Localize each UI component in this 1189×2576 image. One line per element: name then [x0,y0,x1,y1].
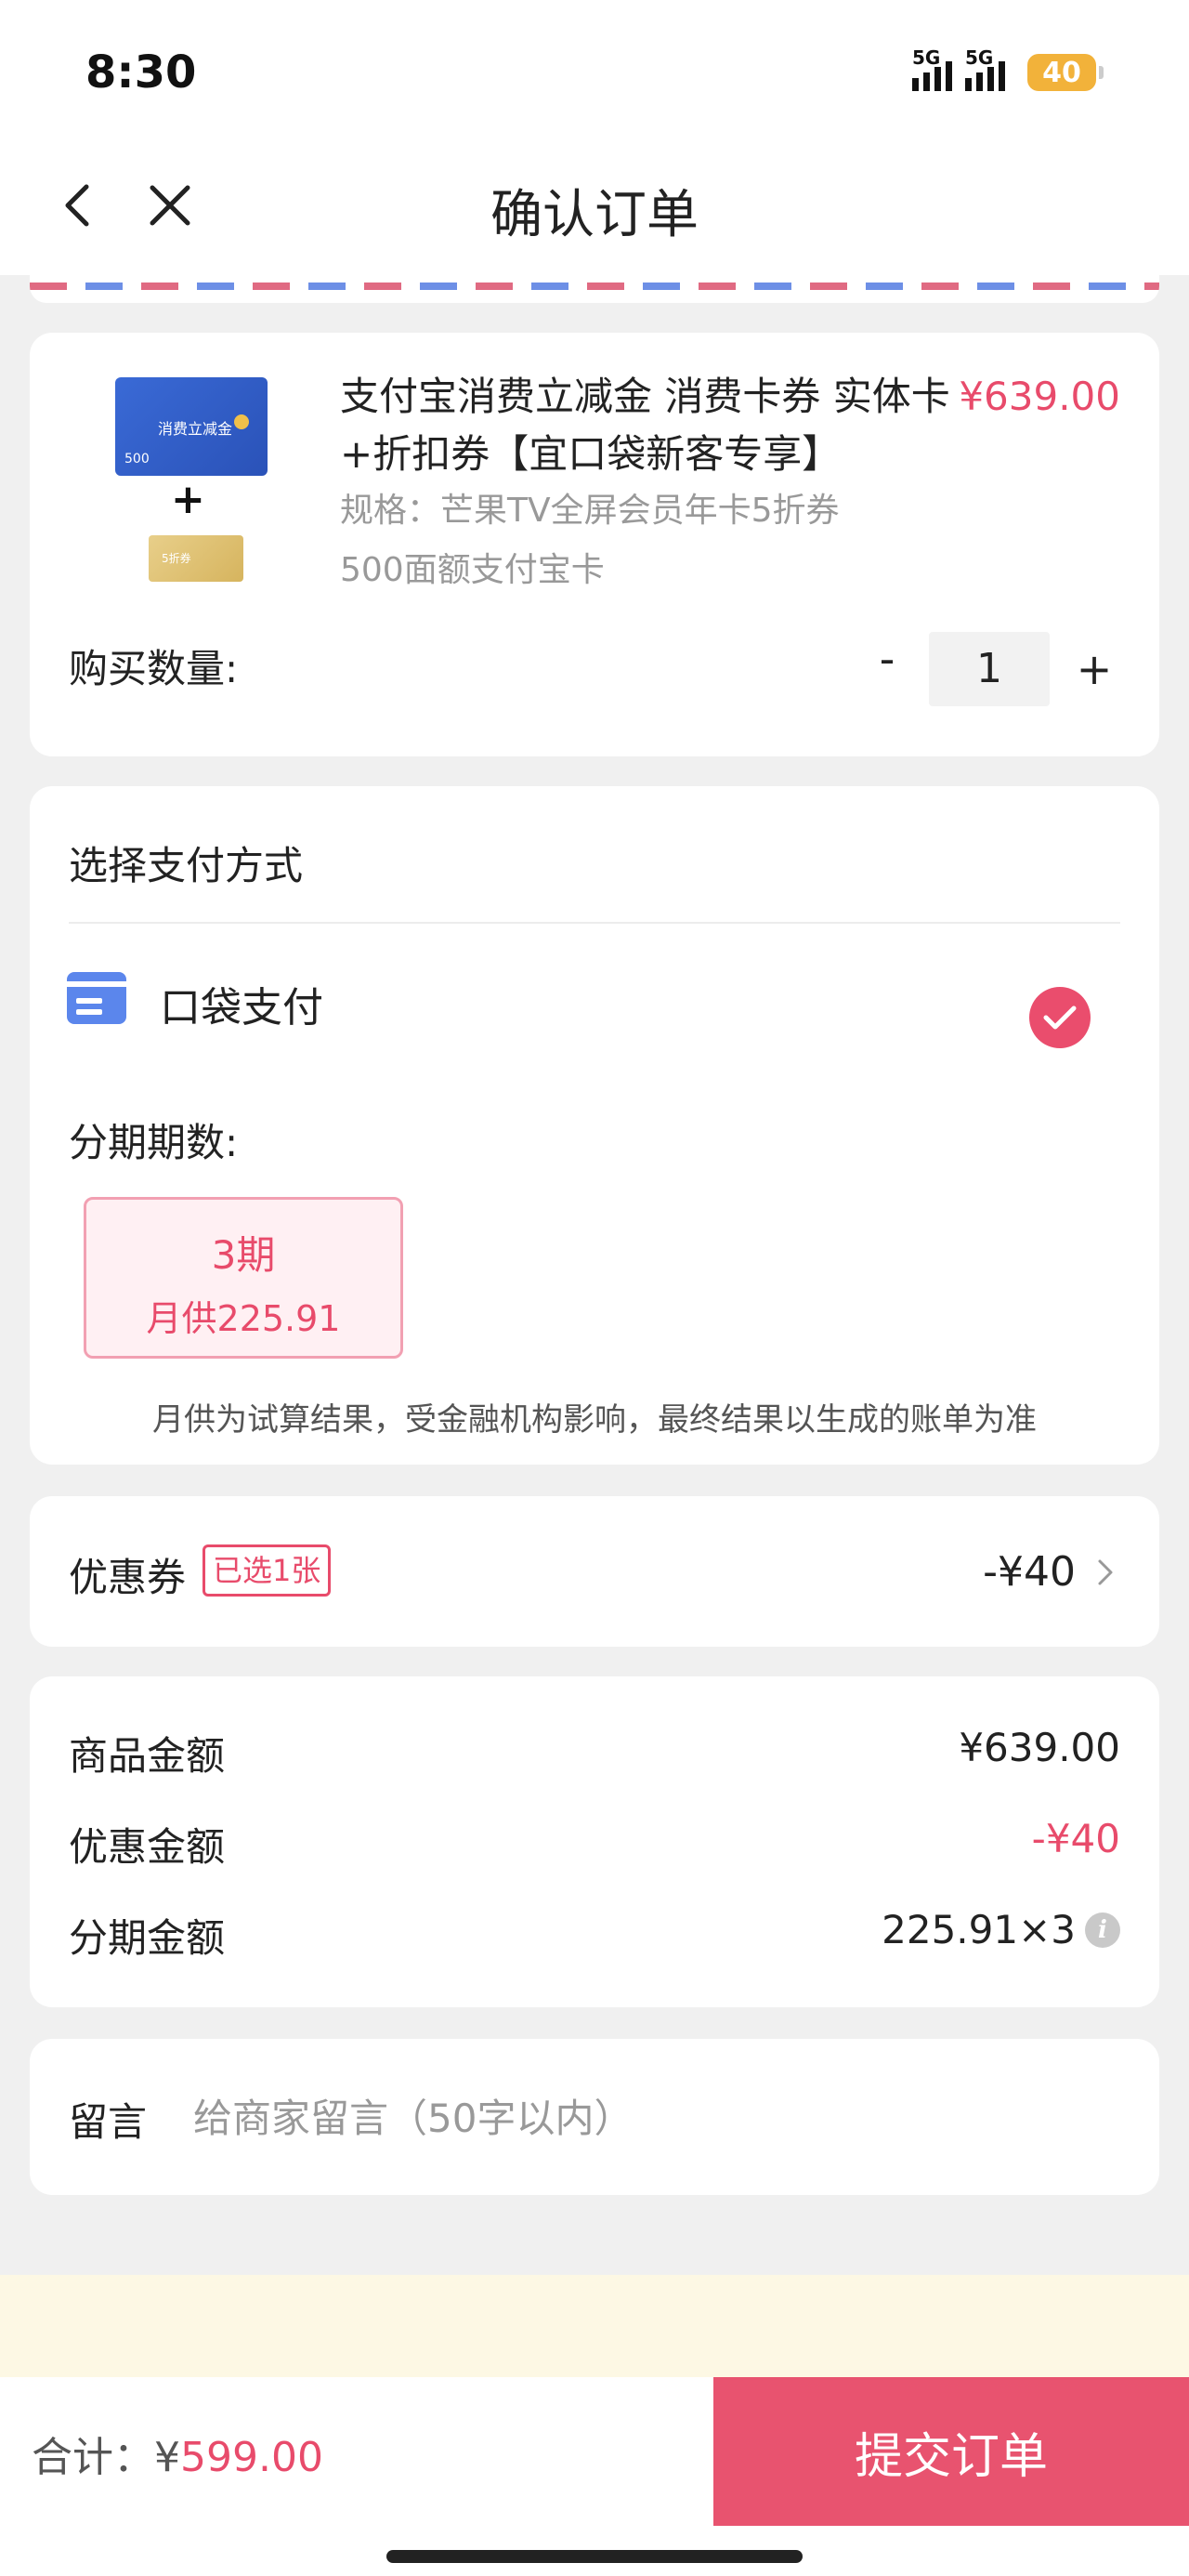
summary-row-goods: 商品金额 ¥639.00 [69,1725,1120,1779]
installment-period: 3期 [211,1232,276,1278]
coupon-label: 优惠券 [69,1555,187,1600]
cellular-signal-icon-2: 5G [965,46,1005,91]
nav-bar: 确认订单 [0,139,1189,275]
product-price: ¥639.00 [959,374,1120,419]
coupon-selected-badge: 已选1张 [203,1544,332,1597]
status-icons: 5G 5G 40 [912,46,1104,91]
quantity-decrease-button[interactable]: - [864,636,910,688]
info-icon[interactable]: i [1085,1912,1120,1948]
status-bar: 8:30 5G 5G 40 [0,0,1189,139]
installment-amount: 225.91×3 [882,1907,1076,1952]
total-value: 599.00 [180,2434,323,2481]
spec-line-2: 500面额支付宝卡 [340,551,605,589]
card-icon [67,972,126,1024]
notice-bar [0,2275,1189,2377]
submit-order-button[interactable]: 提交订单 [713,2377,1189,2526]
summary-row-installment: 分期金额 225.91×3 i [69,1907,1120,1963]
summary-row-discount: 优惠金额 -¥40 [69,1816,1120,1870]
installment-label: 分期期数: [69,1120,239,1165]
order-summary-card: 商品金额 ¥639.00 优惠金额 -¥40 分期金额 225.91×3 i [30,1676,1159,2007]
coupon-row[interactable]: 优惠券 已选1张 -¥40 [30,1496,1159,1647]
product-coupon-image[interactable]: 5折券 [149,535,243,582]
product-title[interactable]: 支付宝消费立减金 消费卡券 实体卡+折扣券【宜口袋新客专享】 [340,368,953,483]
page-title: 确认订单 [490,185,699,245]
quantity-value[interactable]: 1 [929,632,1050,706]
message-input[interactable] [193,2076,1085,2160]
product-card-image[interactable]: 消费立减金 500 [115,377,268,476]
spec-line-1: 规格：芒果TV全屏会员年卡5折券 [340,492,840,530]
logo-icon [234,414,249,429]
product-spec: 规格：芒果TV全屏会员年卡5折券 500面额支付宝卡 [340,481,934,600]
coupon-value: -¥40 [983,1548,1076,1596]
payment-card: 选择支付方式 口袋支付 分期期数: 3期 月供225.91 月供为试算结果，受金… [30,786,1159,1465]
total-price: 合计：¥599.00 [32,2424,323,2483]
divider [69,922,1120,924]
battery-icon: 40 [1027,54,1104,91]
payment-method-label[interactable]: 口袋支付 [160,974,323,1033]
address-divider [30,275,1159,303]
installment-option-3[interactable]: 3期 月供225.91 [84,1197,403,1359]
message-card: 留言 [30,2039,1159,2195]
home-indicator[interactable] [386,2550,803,2563]
check-icon [1043,1005,1077,1030]
message-label: 留言 [69,2099,148,2145]
installment-monthly: 月供225.91 [146,1298,341,1339]
payment-heading: 选择支付方式 [69,843,304,888]
payment-method-radio[interactable] [1029,987,1091,1048]
quantity-increase-button[interactable]: + [1068,632,1120,706]
cellular-signal-icon: 5G [912,46,952,91]
total-label: 合计：¥ [32,2434,180,2481]
checkout-bar: 合计：¥599.00 提交订单 [0,2377,1189,2576]
status-time: 8:30 [85,46,197,99]
chevron-right-icon [1098,1559,1113,1585]
plus-sign: + [171,476,205,523]
installment-note: 月供为试算结果，受金融机构影响，最终结果以生成的账单为准 [152,1401,1037,1439]
quantity-label: 购买数量: [69,646,239,691]
product-card: 消费立减金 500 + 5折券 支付宝消费立减金 消费卡券 实体卡+折扣券【宜口… [30,333,1159,756]
